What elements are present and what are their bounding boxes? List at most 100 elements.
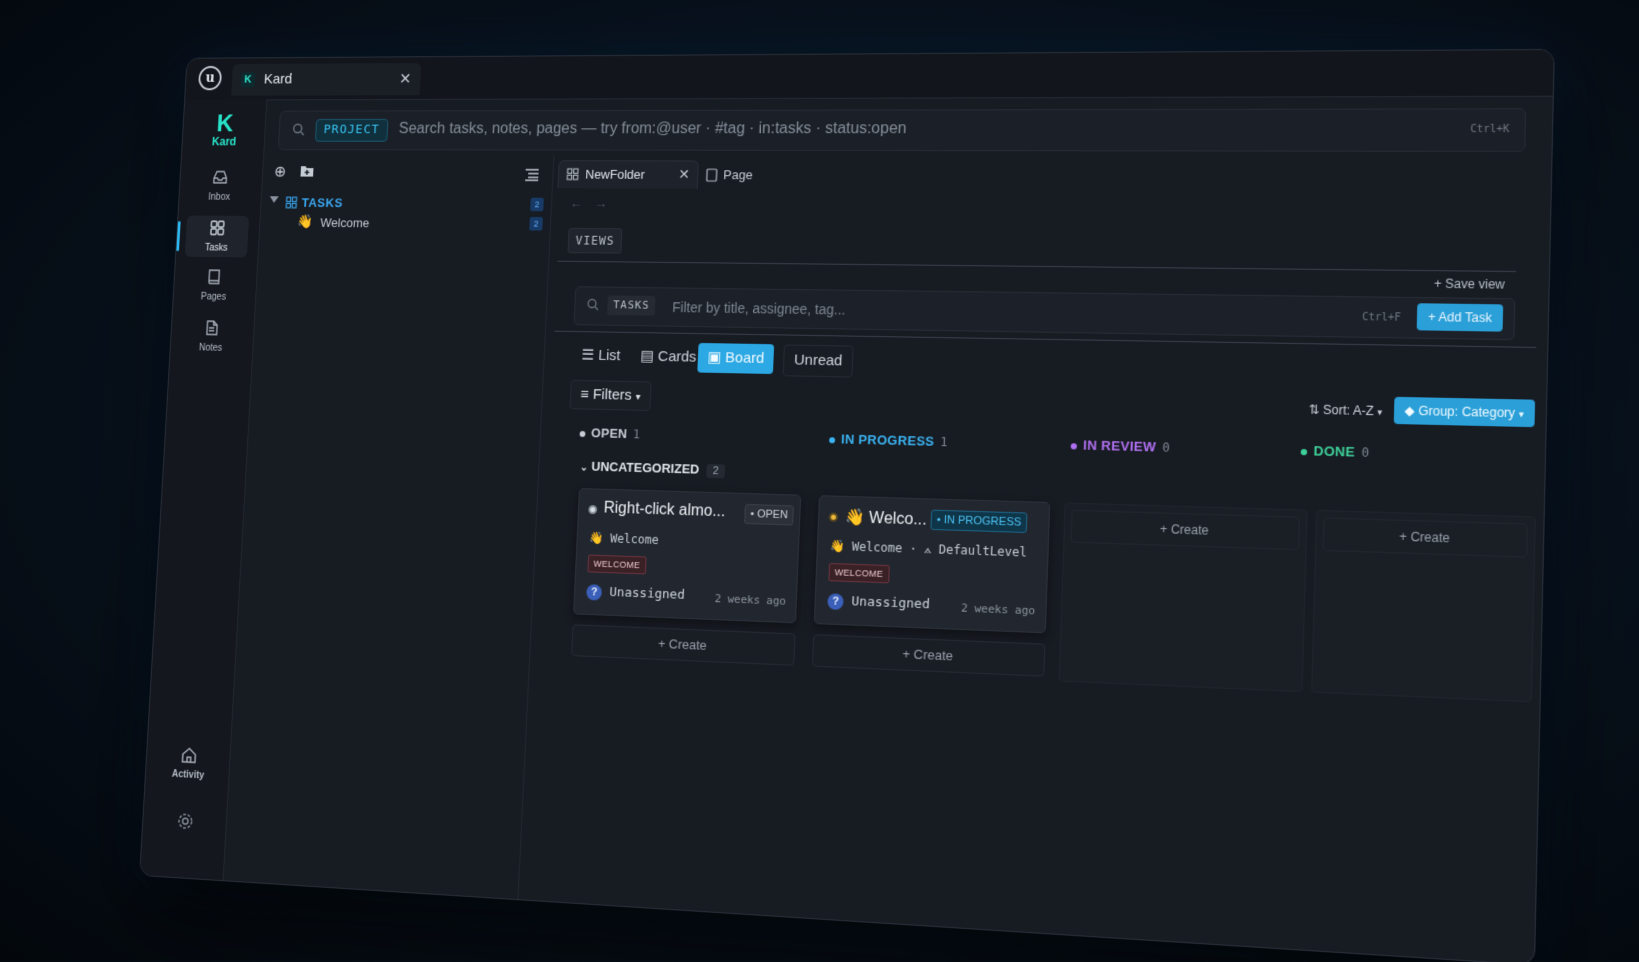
create-task-button[interactable]: + Create <box>571 624 796 666</box>
create-task-button[interactable]: + Create <box>1070 509 1300 551</box>
home-icon <box>180 745 199 765</box>
save-view-button[interactable]: + Save view <box>1434 276 1505 291</box>
list-view-toggle[interactable] <box>522 168 542 187</box>
explorer-panel: ⊕ TASKS 2 👋 Welcome 2 <box>222 155 555 900</box>
column-label: IN PROGRESS <box>840 431 935 449</box>
task-timestamp: 2 weeks ago <box>960 601 1036 618</box>
column-header-in-progress: IN PROGRESS 1 <box>829 431 948 449</box>
status-badge-label: IN PROGRESS <box>943 514 1022 529</box>
new-folder-button[interactable] <box>297 163 316 182</box>
back-arrow-icon[interactable]: ← <box>570 195 595 211</box>
view-mode-board-label: Board <box>724 349 765 367</box>
sort-label: Sort: A-Z <box>1322 402 1374 419</box>
task-meta: 👋 Welcome <box>588 530 660 548</box>
cards-icon: ▤ <box>640 347 655 365</box>
column-in-review: + Create <box>1058 502 1308 693</box>
status-badge-label: OPEN <box>756 508 788 522</box>
tree-folder-tasks[interactable]: TASKS 2 <box>267 193 544 214</box>
chevron-down-icon: ▾ <box>635 391 641 403</box>
view-mode-unread[interactable]: Unread <box>782 344 854 378</box>
task-tag[interactable]: WELCOME <box>587 554 647 575</box>
view-mode-switch: ☰ List ▤ Cards ▣ Board Unread <box>571 341 854 378</box>
column-header-done: DONE 0 <box>1300 443 1370 460</box>
list-icon <box>524 168 540 182</box>
nav-arrows: ←→ <box>570 195 620 211</box>
task-tag[interactable]: WELCOME <box>828 562 890 584</box>
view-mode-cards[interactable]: ▤ Cards <box>630 342 706 373</box>
status-dot <box>829 436 836 443</box>
view-mode-board[interactable]: ▣ Board <box>697 342 775 375</box>
task-card[interactable]: 👋 Welco... • IN PROGRESS 👋 Welcome · ⟑ D… <box>813 495 1051 634</box>
wave-emoji-icon: 👋 <box>296 213 314 229</box>
status-dot <box>1300 448 1308 455</box>
column-count: 1 <box>632 427 641 442</box>
add-item-button[interactable]: ⊕ <box>271 163 290 182</box>
rail-label-tasks: Tasks <box>204 242 228 254</box>
app-window: u K Kard ✕ K Kard Inbox Tasks Pages Note… <box>139 48 1555 962</box>
tab-page[interactable]: Page <box>706 166 753 186</box>
create-task-button[interactable]: + Create <box>812 634 1046 677</box>
chevron-down-icon: ▾ <box>1377 406 1383 418</box>
status-ring-icon <box>828 512 839 522</box>
window-tab[interactable]: K Kard ✕ <box>231 62 422 96</box>
column-count: 0 <box>1162 440 1171 455</box>
create-task-button[interactable]: + Create <box>1322 517 1528 558</box>
rail-item-inbox[interactable]: Inbox <box>188 165 252 207</box>
group-header-count: 2 <box>706 463 725 479</box>
search-icon <box>586 298 599 311</box>
column-count: 1 <box>940 434 949 450</box>
chevron-down-icon[interactable] <box>269 196 279 203</box>
page-icon <box>706 168 718 182</box>
status-ring-icon <box>588 505 598 515</box>
filter-input[interactable] <box>669 298 1279 326</box>
inbox-icon <box>212 169 229 186</box>
task-timestamp: 2 weeks ago <box>714 592 787 608</box>
rail-label-pages: Pages <box>200 291 227 303</box>
group-button[interactable]: ◆ Group: Category ▾ <box>1393 396 1536 428</box>
task-assignee[interactable]: ? Unassigned <box>586 584 685 604</box>
rail-item-activity[interactable]: Activity <box>165 744 212 781</box>
settings-button[interactable] <box>162 810 208 837</box>
tab-newfolder[interactable]: NewFolder ✕ <box>557 160 699 189</box>
view-mode-list[interactable]: ☰ List <box>571 341 630 371</box>
forward-arrow-icon[interactable]: → <box>594 195 619 211</box>
tag-icon: ◆ <box>1404 403 1415 419</box>
view-mode-list-label: List <box>597 347 621 365</box>
column-header-in-review: IN REVIEW 0 <box>1070 437 1171 455</box>
group-header-uncategorized[interactable]: ⌄ UNCATEGORIZED 2 <box>580 459 725 479</box>
column-in-progress: 👋 Welco... • IN PROGRESS 👋 Welcome · ⟑ D… <box>812 495 1051 679</box>
sort-button[interactable]: ⇅ Sort: A-Z ▾ <box>1308 397 1383 424</box>
brand-name: Kard <box>211 135 237 149</box>
task-card[interactable]: Right-click almo... • OPEN 👋 Welcome WEL… <box>573 488 802 624</box>
add-task-button[interactable]: + Add Task <box>1416 303 1504 332</box>
filters-button[interactable]: ≡ Filters ▾ <box>569 379 652 412</box>
views-chip[interactable]: VIEWS <box>567 227 623 254</box>
rail-item-notes[interactable]: Notes <box>179 315 243 358</box>
tasks-grid-icon <box>566 168 579 181</box>
engine-logo-icon: u <box>197 65 223 91</box>
search-scope-pill[interactable]: PROJECT <box>314 118 389 142</box>
task-assignee[interactable]: ? Unassigned <box>827 593 930 613</box>
brand-letter: K <box>216 108 235 137</box>
search-input[interactable] <box>396 118 1282 140</box>
group-label: Group: Category <box>1418 403 1516 421</box>
tree-item-welcome[interactable]: 👋 Welcome 2 <box>266 212 543 233</box>
notes-icon <box>203 319 220 336</box>
assignee-label: Unassigned <box>609 585 686 603</box>
task-filter-bar[interactable]: TASKS Ctrl+F + Add Task <box>573 286 1516 341</box>
close-icon[interactable]: ✕ <box>399 70 412 89</box>
assignee-label: Unassigned <box>851 594 931 613</box>
task-meta: 👋 Welcome · ⟑ DefaultLevel <box>829 538 1027 560</box>
sort-icon: ⇅ <box>1308 402 1320 418</box>
unassigned-avatar-icon: ? <box>586 584 603 601</box>
tasks-grid-icon <box>209 219 226 236</box>
task-title: 👋 Welco... <box>844 509 927 529</box>
rail-item-tasks[interactable]: Tasks <box>184 215 250 258</box>
window-tab-title: Kard <box>263 71 293 88</box>
rail-item-pages[interactable]: Pages <box>182 264 246 306</box>
column-open: Right-click almo... • OPEN 👋 Welcome WEL… <box>571 488 802 668</box>
tree-item-count: 2 <box>529 216 543 231</box>
close-icon[interactable]: ✕ <box>678 166 690 183</box>
global-search[interactable]: PROJECT Ctrl+K <box>277 108 1527 152</box>
filter-scope-chip[interactable]: TASKS <box>607 295 656 316</box>
